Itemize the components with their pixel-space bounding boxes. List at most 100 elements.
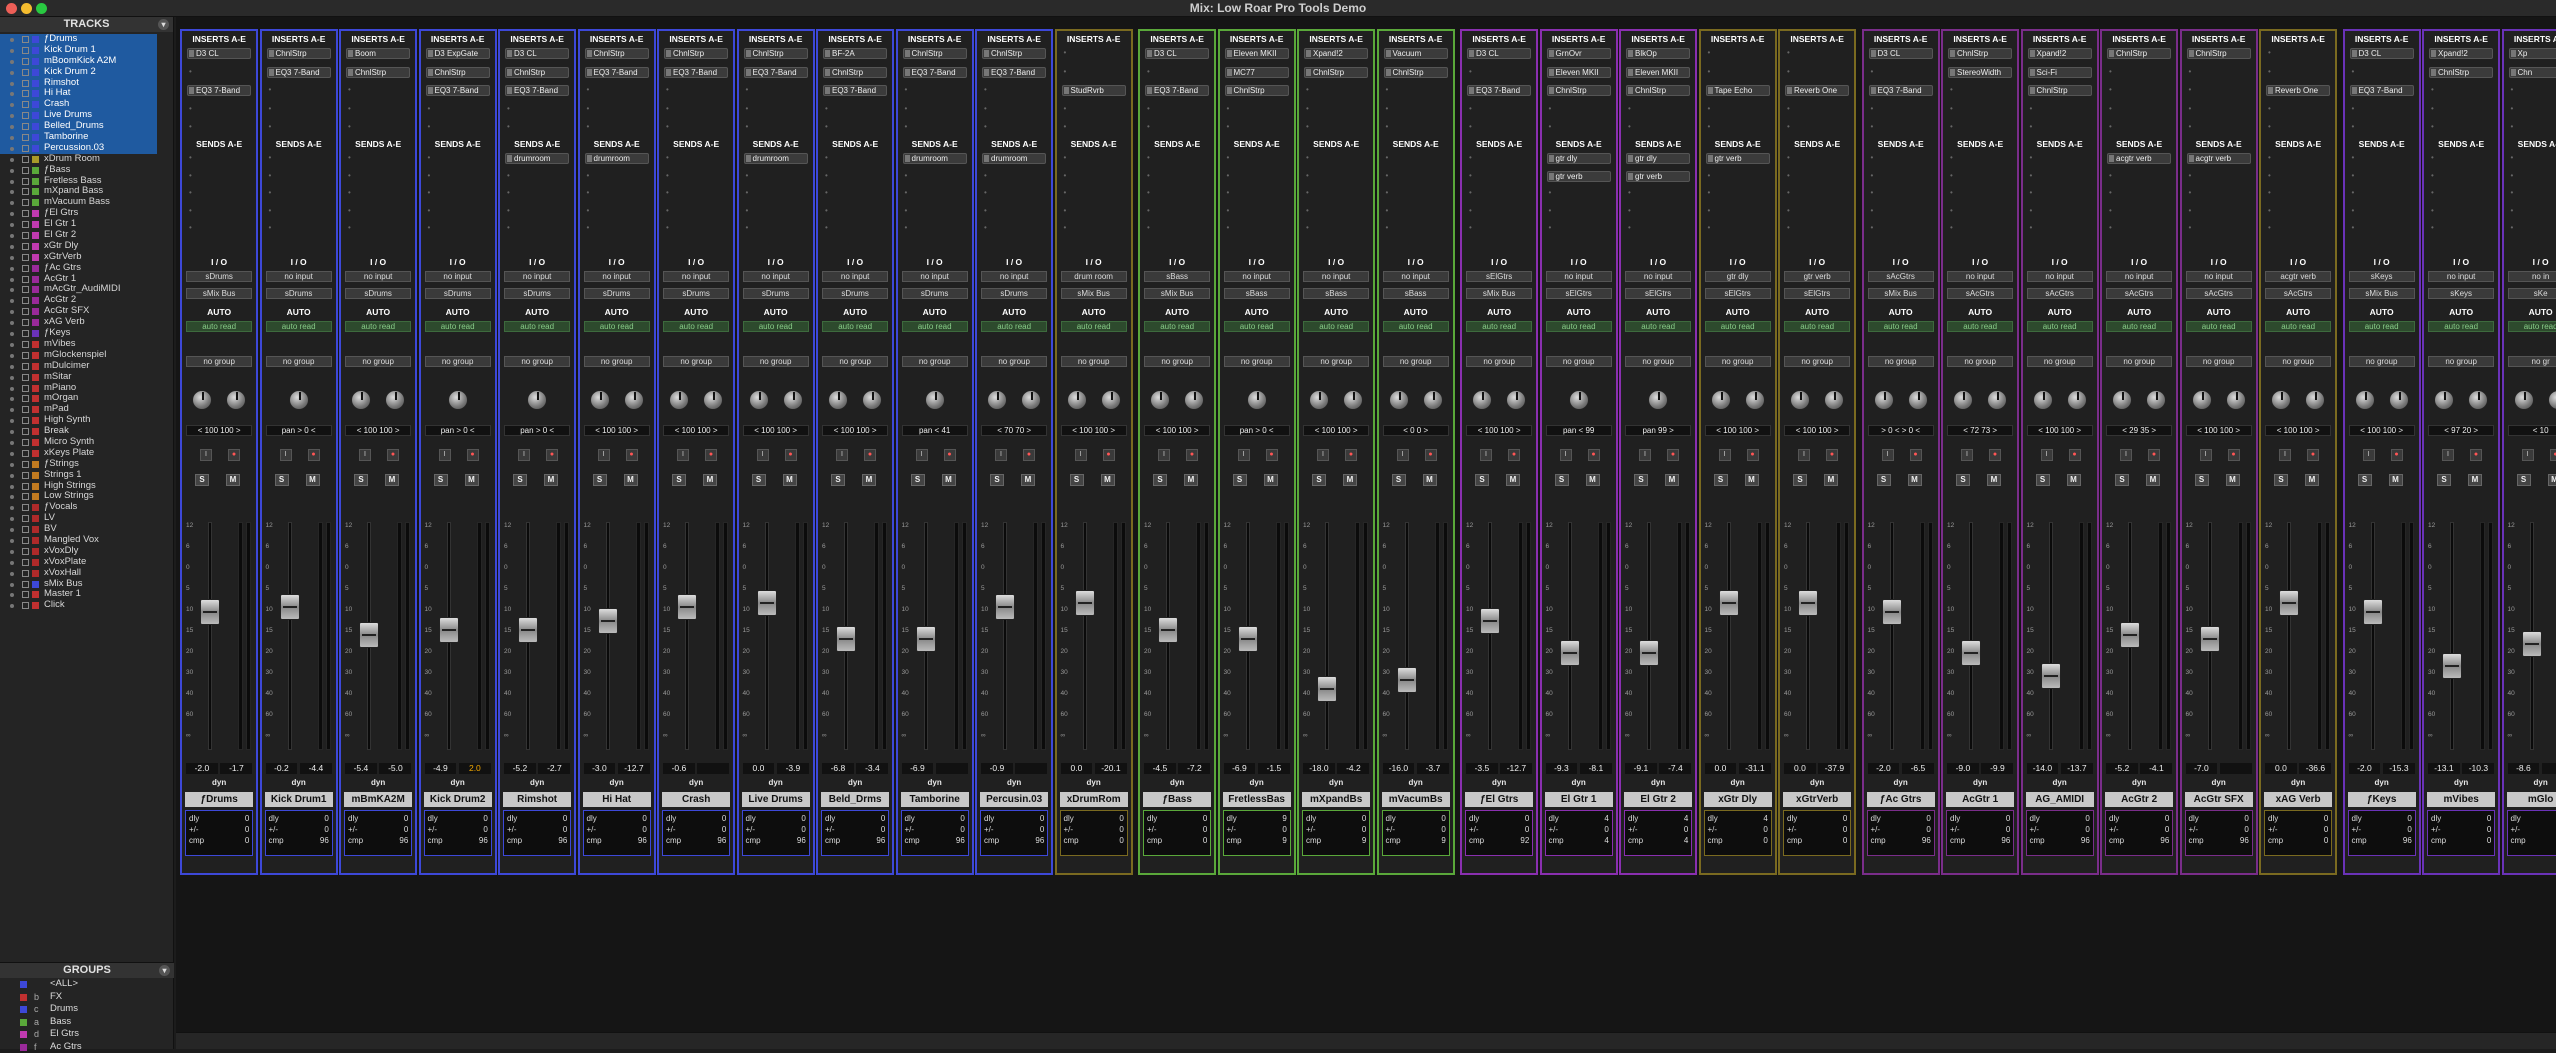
insert-slot[interactable]: GrnOvr xyxy=(1547,48,1611,59)
insert-slot[interactable] xyxy=(2187,85,2251,96)
send-slot[interactable] xyxy=(346,223,410,234)
volume-fader[interactable] xyxy=(2200,626,2220,652)
track-active-dot[interactable] xyxy=(10,583,14,587)
solo-button[interactable]: S xyxy=(195,474,209,486)
send-slot[interactable] xyxy=(1145,153,1209,164)
output-selector[interactable]: sMix Bus xyxy=(2349,288,2415,299)
send-slot[interactable] xyxy=(1547,188,1611,199)
plugin-power-icon[interactable] xyxy=(825,50,830,57)
insert-slot[interactable]: EQ3 7-Band xyxy=(1467,85,1531,96)
track-active-dot[interactable] xyxy=(10,376,14,380)
input-selector[interactable]: sKeys xyxy=(2349,271,2415,282)
send-slot[interactable] xyxy=(2509,206,2556,217)
send-slot[interactable] xyxy=(1626,223,1690,234)
track-active-dot[interactable] xyxy=(10,114,14,118)
input-selector[interactable]: no input xyxy=(266,271,332,282)
send-slot[interactable] xyxy=(346,206,410,217)
track-name-button[interactable]: Beld_Drms xyxy=(821,792,889,807)
track-show-checkbox[interactable] xyxy=(22,145,29,152)
track-active-dot[interactable] xyxy=(10,441,14,445)
plugin-power-icon[interactable] xyxy=(1306,50,1311,57)
send-slot[interactable] xyxy=(1948,206,2012,217)
track-show-checkbox[interactable] xyxy=(22,199,29,206)
dyn-button[interactable]: dyn xyxy=(1299,778,1373,787)
send-slot[interactable] xyxy=(187,206,251,217)
input-selector[interactable]: no input xyxy=(1546,271,1612,282)
send-slot[interactable]: drumroom xyxy=(585,153,649,164)
track-active-dot[interactable] xyxy=(10,343,14,347)
dyn-button[interactable]: dyn xyxy=(898,778,972,787)
volume-fader[interactable] xyxy=(1882,599,1902,625)
track-show-checkbox[interactable] xyxy=(22,156,29,163)
automation-mode-selector[interactable]: auto read xyxy=(1383,321,1449,332)
track-name-button[interactable]: Hi Hat xyxy=(583,792,651,807)
record-enable-button[interactable]: ● xyxy=(1989,449,2001,461)
input-selector[interactable]: no input xyxy=(663,271,729,282)
group-selector[interactable]: no group xyxy=(2349,356,2415,367)
send-slot[interactable] xyxy=(426,153,490,164)
output-selector[interactable]: sBass xyxy=(1224,288,1290,299)
track-show-checkbox[interactable] xyxy=(22,374,29,381)
insert-slot[interactable] xyxy=(2187,67,2251,78)
insert-slot[interactable] xyxy=(1785,122,1849,133)
record-enable-button[interactable]: ● xyxy=(785,449,797,461)
insert-slot[interactable] xyxy=(187,104,251,115)
volume-fader[interactable] xyxy=(836,626,856,652)
track-active-dot[interactable] xyxy=(10,387,14,391)
send-slot[interactable] xyxy=(2107,188,2171,199)
insert-slot[interactable] xyxy=(1626,122,1690,133)
send-slot[interactable] xyxy=(744,188,808,199)
send-slot[interactable] xyxy=(2509,188,2556,199)
plugin-power-icon[interactable] xyxy=(666,50,671,57)
track-active-dot[interactable] xyxy=(10,245,14,249)
track-active-dot[interactable] xyxy=(10,550,14,554)
send-slot[interactable] xyxy=(2187,223,2251,234)
input-monitor-button[interactable]: I xyxy=(1238,449,1250,461)
send-slot[interactable]: gtr verb xyxy=(1547,171,1611,182)
pan-knob[interactable] xyxy=(1648,390,1668,410)
solo-button[interactable]: S xyxy=(672,474,686,486)
track-active-dot[interactable] xyxy=(10,234,14,238)
mute-button[interactable]: M xyxy=(1745,474,1759,486)
track-list-item[interactable]: xAG Verb xyxy=(0,317,173,328)
pan-knob[interactable] xyxy=(1569,390,1589,410)
send-power-icon[interactable] xyxy=(1628,155,1633,162)
track-name-button[interactable]: Rimshot xyxy=(503,792,571,807)
track-list-item[interactable]: xDrum Room xyxy=(0,154,173,165)
mute-button[interactable]: M xyxy=(2468,474,2482,486)
pan-knob[interactable] xyxy=(1247,390,1267,410)
track-active-dot[interactable] xyxy=(10,267,14,271)
send-slot[interactable] xyxy=(585,223,649,234)
send-slot[interactable] xyxy=(346,188,410,199)
input-monitor-button[interactable]: I xyxy=(916,449,928,461)
solo-button[interactable]: S xyxy=(1070,474,1084,486)
pan-right-knob[interactable] xyxy=(1745,390,1765,410)
send-power-icon[interactable] xyxy=(746,155,751,162)
pan-left-knob[interactable] xyxy=(2192,390,2212,410)
track-show-checkbox[interactable] xyxy=(22,570,29,577)
send-slot[interactable] xyxy=(664,188,728,199)
dyn-button[interactable]: dyn xyxy=(2345,778,2419,787)
volume-fader[interactable] xyxy=(916,626,936,652)
pan-right-knob[interactable] xyxy=(2067,390,2087,410)
group-selector[interactable]: no group xyxy=(266,356,332,367)
insert-slot[interactable] xyxy=(1304,122,1368,133)
record-enable-button[interactable]: ● xyxy=(2391,449,2403,461)
record-enable-button[interactable]: ● xyxy=(705,449,717,461)
track-show-checkbox[interactable] xyxy=(22,112,29,119)
send-slot[interactable] xyxy=(823,223,887,234)
pan-left-knob[interactable] xyxy=(669,390,689,410)
insert-slot[interactable] xyxy=(903,122,967,133)
pan-left-knob[interactable] xyxy=(351,390,371,410)
group-selector[interactable]: no group xyxy=(1625,356,1691,367)
send-slot[interactable] xyxy=(2350,188,2414,199)
insert-slot[interactable] xyxy=(982,122,1046,133)
insert-slot[interactable] xyxy=(1225,122,1289,133)
insert-slot[interactable]: ChnlStrp xyxy=(1384,67,1448,78)
insert-slot[interactable] xyxy=(823,122,887,133)
mute-button[interactable]: M xyxy=(1908,474,1922,486)
send-slot[interactable] xyxy=(1706,206,1770,217)
insert-slot[interactable] xyxy=(1785,104,1849,115)
send-slot[interactable] xyxy=(426,188,490,199)
dyn-button[interactable]: dyn xyxy=(500,778,574,787)
